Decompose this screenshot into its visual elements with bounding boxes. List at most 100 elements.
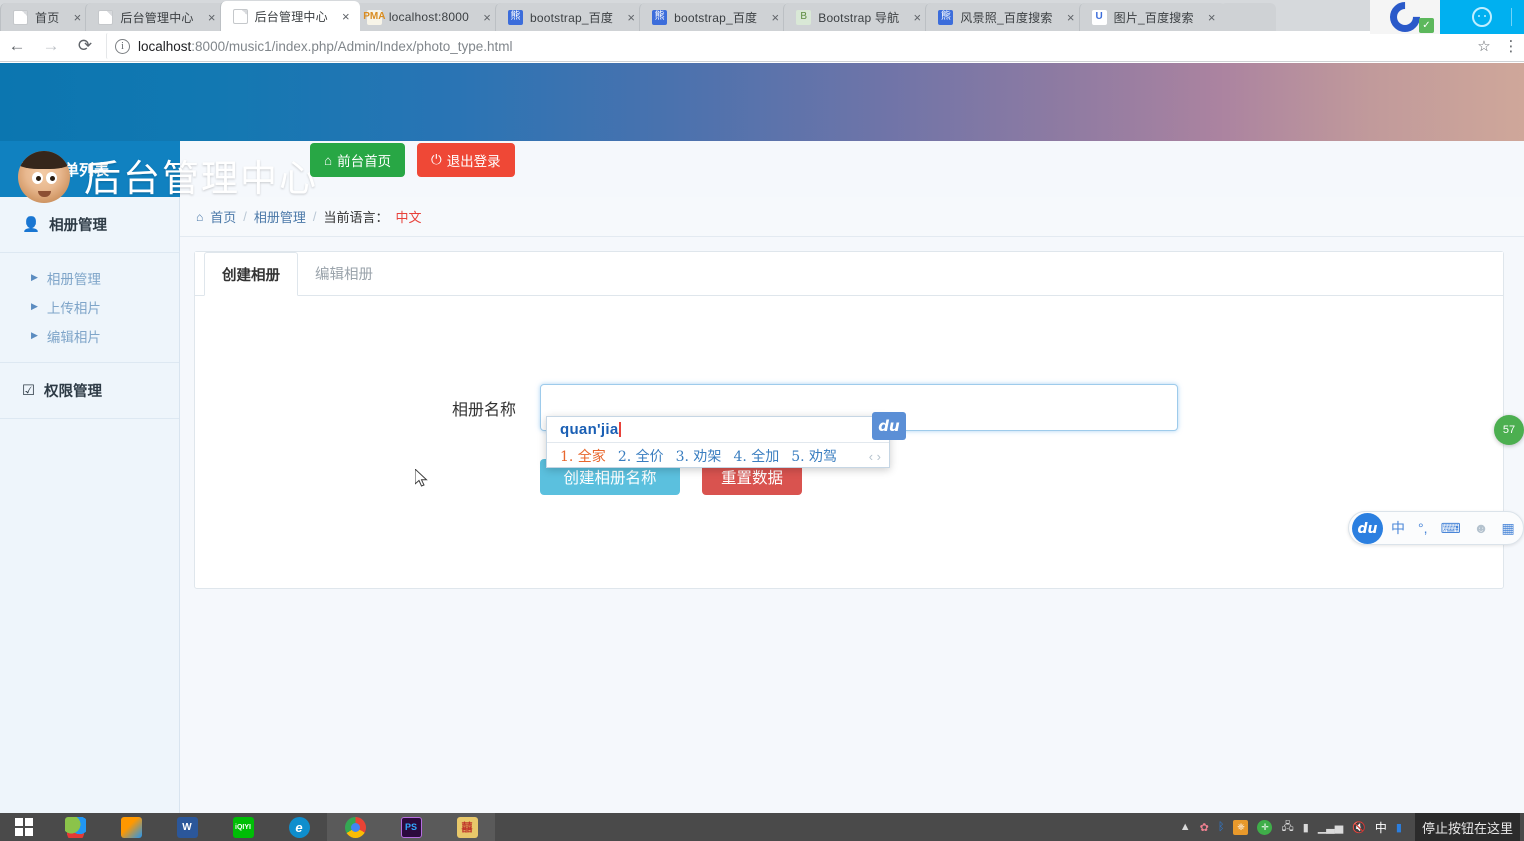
sidebar-item-edit-photo[interactable]: ▶ 编辑相片: [0, 321, 179, 350]
network-alert-icon[interactable]: 🖧: [1281, 818, 1293, 837]
sidebar-item-label: 相册管理: [46, 271, 101, 287]
mouse-cursor: [415, 469, 428, 487]
browser-tab-9[interactable]: U 图片_百度搜索 ×: [1078, 3, 1226, 31]
tab-close-button[interactable]: ×: [767, 9, 783, 25]
tab-title: 图片_百度搜索: [1113, 10, 1194, 25]
sidebar-section-album-management[interactable]: 👤 相册管理: [0, 197, 179, 253]
thunder-download-icon[interactable]: [103, 813, 159, 841]
stop-button-tooltip: 停止按钮在这里: [1414, 813, 1520, 841]
new-tab-button[interactable]: [1219, 3, 1276, 31]
breadcrumb: ⌂ 首页 / 相册管理 / 当前语言： 中文: [180, 197, 1524, 237]
volume-mute-icon[interactable]: 🔇: [1352, 821, 1366, 834]
baidu-ime-logo-icon: du: [872, 412, 906, 440]
edge-icon[interactable]: e: [271, 813, 327, 841]
ime-candidate-3[interactable]: 3. 劝架: [676, 446, 722, 466]
apps-grid-icon[interactable]: ▦: [1501, 520, 1514, 537]
user-icon[interactable]: ☻: [1474, 520, 1489, 536]
ime-candidate-4[interactable]: 4. 全加: [733, 446, 779, 466]
avatar: [18, 151, 70, 203]
tab-create-album[interactable]: 创建相册: [204, 252, 298, 296]
edit-square-icon: ☑: [22, 382, 35, 399]
flower-app-icon[interactable]: ✿: [1200, 821, 1209, 834]
green-plus-icon[interactable]: ✛: [1257, 819, 1273, 835]
sidebar-item-upload-photo[interactable]: ▶ 上传相片: [0, 292, 179, 321]
power-icon: ⏻: [431, 152, 442, 167]
signal-icon[interactable]: ▁▃▅: [1318, 821, 1343, 834]
baidu-ime-logo-icon[interactable]: du: [1352, 513, 1383, 544]
browser-tab-6[interactable]: 熊 bootstrap_百度 ×: [639, 3, 790, 31]
phpmyadmin-icon: PMA: [363, 9, 385, 25]
card-tab-bar: 创建相册 编辑相册: [195, 252, 1503, 296]
ime-candidate-1[interactable]: 1. 全家: [560, 446, 606, 466]
reload-button[interactable]: ⟳: [68, 31, 102, 62]
tab-title: Bootstrap 导航: [818, 10, 900, 25]
browser-tab-1[interactable]: 首页 ×: [0, 3, 92, 31]
chrome-icon[interactable]: [327, 813, 383, 841]
tab-close-button[interactable]: ×: [479, 9, 495, 25]
tab-close-button[interactable]: ×: [338, 8, 354, 24]
browser-tab-3-active[interactable]: 后台管理中心 ×: [219, 1, 360, 31]
photoshop-icon[interactable]: PS: [383, 813, 439, 841]
tab-edit-album[interactable]: 编辑相册: [298, 252, 390, 295]
page-info-icon[interactable]: i: [115, 38, 130, 54]
breadcrumb-section[interactable]: 相册管理: [254, 207, 306, 226]
sidebar-item-album-management[interactable]: ▶ 相册管理: [0, 263, 179, 292]
browser-menu-icon[interactable]: ⋮: [1498, 31, 1524, 62]
tab-close-button[interactable]: ×: [1204, 9, 1220, 25]
ime-chinese-icon[interactable]: 中: [1375, 819, 1387, 836]
breadcrumb-home[interactable]: 首页: [210, 207, 236, 226]
document-icon: [232, 8, 248, 24]
tab-close-button[interactable]: ×: [204, 9, 220, 25]
sidebar-sub-list: ▶ 相册管理 ▶ 上传相片 ▶ 编辑相片: [0, 253, 179, 363]
sidebar-item-label: 上传相片: [46, 300, 101, 316]
logout-button[interactable]: ⏻ 退出登录: [417, 143, 515, 177]
ime-candidate-2[interactable]: 2. 全价: [618, 446, 664, 466]
punctuation-icon[interactable]: °,: [1418, 520, 1428, 536]
document-icon: [98, 9, 114, 25]
smiley-app-icon[interactable]: [1440, 0, 1524, 34]
forward-button[interactable]: →: [34, 31, 68, 62]
ime-more-icon[interactable]: ▮: [1396, 821, 1402, 834]
chinese-mode-icon[interactable]: 中: [1391, 518, 1405, 538]
browser-tab-5[interactable]: 熊 bootstrap_百度 ×: [495, 3, 646, 31]
uc-app-icon[interactable]: ✓: [1370, 0, 1440, 39]
ime-prev-page-icon[interactable]: ‹: [869, 449, 873, 464]
url-input[interactable]: i localhost :8000/music1/index.php/Admin…: [106, 33, 1462, 59]
tab-close-button[interactable]: ×: [69, 9, 85, 25]
browser-tab-2[interactable]: 后台管理中心 ×: [85, 3, 226, 31]
ime-candidate-5[interactable]: 5. 劝驾: [791, 446, 837, 466]
keyboard-icon[interactable]: ⌨: [1441, 520, 1461, 537]
browser-tab-8[interactable]: 熊 风景照_百度搜索 ×: [925, 3, 1085, 31]
browser-tab-4[interactable]: PMA localhost:8000 ×: [353, 3, 502, 31]
battery-icon[interactable]: ▮: [1303, 821, 1309, 834]
tab-title: 后台管理中心: [120, 10, 194, 25]
windows-start-icon[interactable]: [0, 813, 47, 841]
tab-title: 首页: [35, 10, 60, 25]
tab-close-button[interactable]: ×: [1063, 9, 1079, 25]
seal-app-icon[interactable]: 囍: [439, 813, 495, 841]
tab-title: 风景照_百度搜索: [960, 10, 1053, 25]
show-hidden-icons[interactable]: ▲: [1180, 821, 1191, 833]
back-button[interactable]: ←: [0, 31, 34, 62]
orange-app-icon[interactable]: ❈: [1233, 819, 1249, 835]
iqiyi-icon[interactable]: iQIYI: [215, 813, 271, 841]
baidu-icon: 熊: [938, 9, 954, 25]
frontend-home-button[interactable]: ⌂ 前台首页: [310, 143, 406, 177]
tab-close-button[interactable]: ×: [909, 9, 925, 25]
image-search-icon: U: [1091, 9, 1107, 25]
word-icon[interactable]: W: [159, 813, 215, 841]
bookmark-star-icon[interactable]: ☆: [1470, 31, 1498, 62]
sidebar-section-permission-management[interactable]: ☑ 权限管理: [0, 363, 179, 419]
ime-page-arrows: ‹ ›: [869, 449, 881, 464]
ime-candidate-popup: quan'jia 1. 全家 2. 全价 3. 劝架 4. 全加 5. 劝驾 ‹…: [546, 412, 906, 468]
floating-counter-badge[interactable]: 57: [1494, 415, 1524, 445]
messenger-icon[interactable]: [47, 813, 103, 841]
logout-label: 退出登录: [446, 154, 501, 169]
ime-next-page-icon[interactable]: ›: [877, 449, 881, 464]
tab-close-button[interactable]: ×: [623, 9, 639, 25]
browser-tab-7[interactable]: B Bootstrap 导航 ×: [783, 3, 932, 31]
document-icon: [13, 9, 28, 25]
browser-window: 首页 × 后台管理中心 × 后台管理中心 × PMA localhost:800…: [0, 0, 1524, 841]
bluetooth-icon[interactable]: ᛒ: [1218, 821, 1225, 833]
sidebar-item-label: 编辑相片: [46, 329, 101, 345]
